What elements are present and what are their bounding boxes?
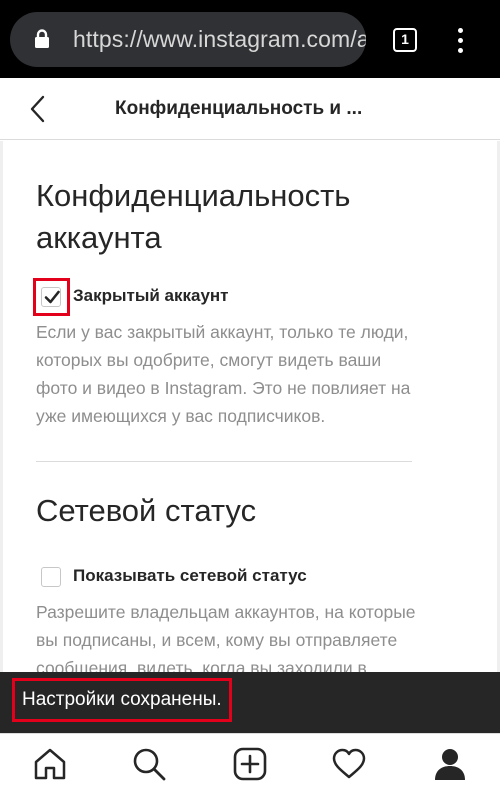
network-status-description: Разрешите владельцам аккаунтов, на котор… [36, 598, 476, 672]
network-status-checkbox[interactable] [41, 567, 61, 587]
privacy-section-title: Конфиденциальность аккаунта [36, 175, 350, 259]
back-icon[interactable] [26, 94, 50, 124]
home-icon[interactable] [32, 746, 68, 782]
privacy-title-line-2: аккаунта [36, 220, 162, 255]
snackbar: Настройки сохранены. [0, 672, 500, 733]
new-post-icon[interactable] [232, 746, 268, 782]
description-line: уже имеющихся у вас подписчиков. [36, 406, 326, 426]
private-account-label: Закрытый аккаунт [73, 286, 229, 305]
privacy-title-line-1: Конфиденциальность [36, 178, 351, 213]
browser-menu-icon[interactable] [452, 26, 468, 54]
page-title: Конфиденциальность и ... [115, 98, 363, 119]
bottom-navigation [0, 733, 500, 792]
snackbar-message: Настройки сохранены. [12, 678, 232, 722]
network-status-label: Показывать сетевой статус [73, 566, 307, 585]
url-text: https://www.instagram.com/a [73, 26, 366, 52]
lock-icon [35, 29, 49, 48]
description-line: Если у вас закрытый аккаунт, только те л… [36, 322, 409, 342]
private-account-description: Если у вас закрытый аккаунт, только те л… [36, 318, 476, 430]
description-line: вы подписаны, и всем, кому вы отправляет… [36, 630, 398, 650]
description-line: фото и видео в Instagram. Это не повлияе… [36, 378, 411, 398]
description-line: сообщения, видеть, когда вы заходили в [36, 658, 367, 672]
app-header: Конфиденциальность и ... [0, 78, 500, 140]
section-divider [36, 461, 412, 462]
network-section-title: Сетевой статус [36, 493, 257, 528]
description-line: которых вы одобрите, смогут видеть ваши [36, 350, 382, 370]
browser-toolbar: https://www.instagram.com/a 1 [0, 0, 500, 78]
settings-content: Конфиденциальность аккаунта Закрытый акк… [0, 141, 500, 672]
activity-icon[interactable] [331, 746, 367, 782]
search-icon[interactable] [131, 746, 167, 782]
checkmark-icon [44, 290, 60, 304]
profile-icon[interactable] [432, 746, 468, 782]
tab-switcher-button[interactable]: 1 [393, 28, 417, 52]
private-account-checkbox[interactable] [41, 287, 61, 307]
description-line: Разрешите владельцам аккаунтов, на котор… [36, 602, 416, 622]
address-bar[interactable]: https://www.instagram.com/a [10, 12, 366, 67]
